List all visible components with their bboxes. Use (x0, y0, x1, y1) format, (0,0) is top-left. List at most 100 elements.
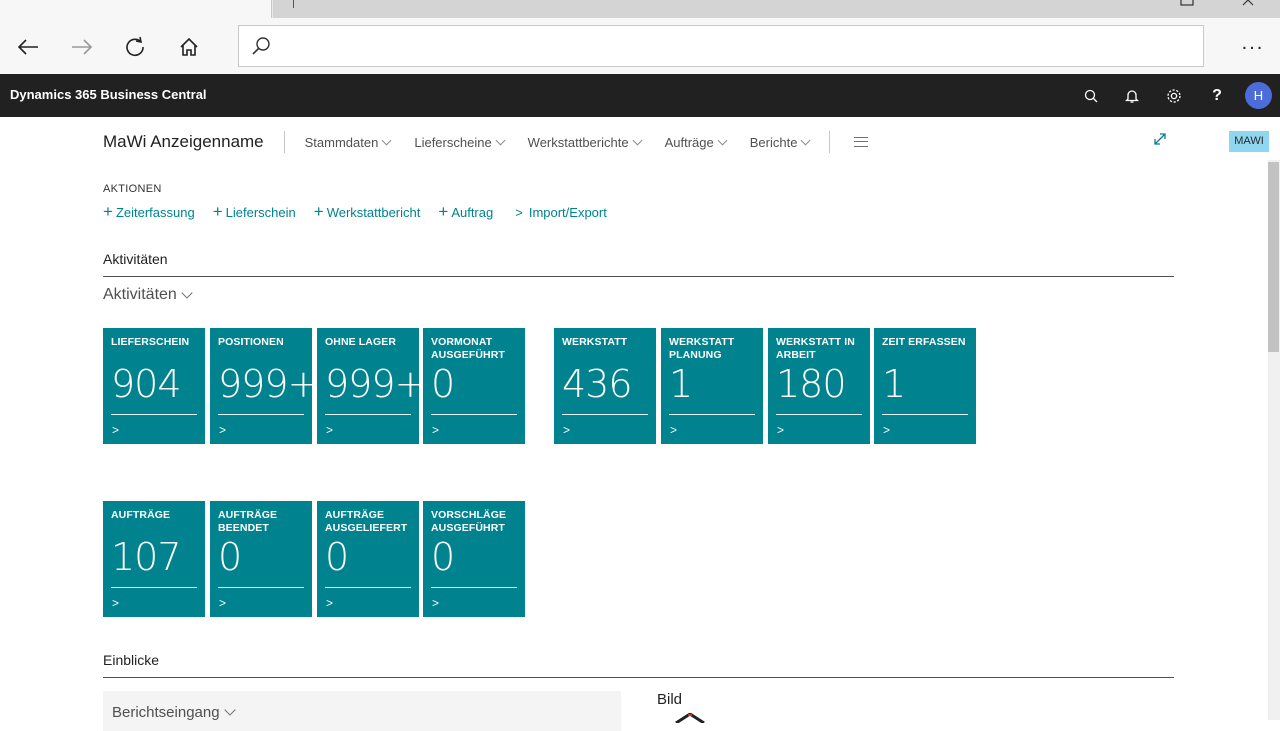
section-divider (103, 276, 1174, 277)
company-badge[interactable]: MAWI (1229, 131, 1269, 152)
help-icon[interactable]: ? (1207, 86, 1227, 106)
tile-divider (218, 587, 304, 588)
company-logo-image (672, 710, 708, 725)
tile-title: AUFTRÄGE BEENDET (218, 509, 278, 534)
tile-divider (882, 414, 968, 415)
tile-auftraege-ausgeliefert[interactable]: AUFTRÄGE AUSGELIEFERT 0 > (317, 501, 419, 617)
app-bar: Dynamics 365 Business Central ? H (0, 74, 1280, 117)
search-icon (251, 36, 271, 61)
browser-toolbar: ... (0, 18, 1280, 74)
action-werkstattbericht[interactable]: + Werkstattbericht (313, 202, 421, 221)
action-label: Werkstattbericht (326, 204, 421, 220)
tile-auftraege[interactable]: AUFTRÄGE 107 > (103, 501, 205, 617)
menu-berichte[interactable]: Berichte (750, 135, 811, 150)
browser-active-tab[interactable] (0, 0, 272, 18)
chevron-right-icon: > (432, 596, 440, 610)
tile-title: AUFTRÄGE (111, 509, 171, 521)
action-lieferschein[interactable]: + Lieferschein (212, 202, 296, 221)
menu-label: Werkstattberichte (527, 134, 629, 150)
tile-werkstatt[interactable]: WERKSTATT 436 > (554, 328, 656, 444)
tile-divider (325, 414, 411, 415)
chevron-right-icon: > (219, 596, 227, 610)
chevron-down-icon (632, 135, 643, 145)
activities-group-title[interactable]: Aktivitäten (103, 286, 193, 304)
chevron-right-icon: > (432, 423, 440, 437)
page-navigation: MaWi Anzeigenname Stammdaten Lieferschei… (103, 130, 869, 154)
user-avatar[interactable]: H (1245, 82, 1272, 109)
action-auftrag[interactable]: + Auftrag (438, 202, 494, 221)
actions-bar: + Zeiterfassung + Lieferschein + Werkstattb… (103, 202, 625, 221)
tile-title: VORMONAT AUSGEFÜHRT (431, 336, 505, 361)
tile-divider (218, 414, 304, 415)
tile-value: 999+ (218, 362, 319, 406)
refresh-icon[interactable] (120, 32, 150, 62)
tile-title: WERKSTATT PLANUNG (669, 336, 735, 361)
activities-heading: Aktivitäten (103, 251, 168, 267)
plus-icon: + (212, 202, 223, 221)
tile-title: WERKSTATT IN ARBEIT (776, 336, 855, 361)
action-import-export[interactable]: > Import/Export (511, 205, 607, 220)
action-label: Lieferschein (225, 204, 296, 220)
tile-divider (431, 587, 517, 588)
tile-divider (111, 587, 197, 588)
tile-werkstatt-in-arbeit[interactable]: WERKSTATT IN ARBEIT 180 > (768, 328, 870, 444)
chevron-right-icon: > (515, 204, 523, 220)
menu-werkstattberichte[interactable]: Werkstattberichte (527, 134, 643, 150)
product-name[interactable]: Dynamics 365 Business Central (10, 87, 207, 102)
tile-auftraege-beendet[interactable]: AUFTRÄGE BEENDET 0 > (210, 501, 312, 617)
chevron-down-icon (181, 286, 193, 299)
tile-divider (111, 414, 197, 415)
forward-icon[interactable] (67, 32, 97, 62)
menu-label: Lieferscheine (414, 134, 492, 150)
chevron-down-icon (223, 704, 236, 716)
nav-divider (829, 131, 831, 153)
plus-icon: + (313, 202, 324, 221)
bell-icon[interactable] (1122, 86, 1142, 106)
tile-title: POSITIONEN (218, 336, 284, 348)
tile-positionen[interactable]: POSITIONEN 999+ > (210, 328, 319, 444)
menu-label: Stammdaten (304, 134, 379, 150)
insights-heading: Einblicke (103, 652, 160, 668)
tile-werkstatt-planung[interactable]: WERKSTATT PLANUNG 1 > (661, 328, 763, 444)
more-options-icon[interactable]: ... (1238, 32, 1268, 62)
browser-tab-area (273, 0, 1280, 18)
tab-separator (293, 0, 294, 8)
tile-lieferschein[interactable]: LIEFERSCHEIN 904 > (103, 328, 205, 444)
report-inbox-part: Berichtseingang (103, 691, 621, 731)
action-zeiterfassung[interactable]: + Zeiterfassung (103, 202, 195, 221)
tile-title: LIEFERSCHEIN (111, 336, 190, 348)
gear-icon[interactable] (1164, 86, 1184, 106)
back-icon[interactable] (13, 32, 43, 62)
action-label: Auftrag (451, 204, 494, 220)
hamburger-menu-icon[interactable] (854, 137, 869, 147)
expand-icon[interactable] (1153, 132, 1167, 150)
tile-zeit-erfassen[interactable]: ZEIT ERFASSEN 1 > (874, 328, 976, 444)
plus-icon: + (103, 202, 113, 221)
tile-title: ZEIT ERFASSEN (882, 336, 966, 348)
plus-icon: + (438, 202, 449, 221)
chevron-right-icon: > (112, 596, 120, 610)
menu-auftraege[interactable]: Aufträge (665, 135, 728, 150)
tile-ohne-lager[interactable]: OHNE LAGER 999+ > (317, 328, 426, 444)
tile-value: 0 (431, 535, 455, 579)
report-inbox-title[interactable]: Berichtseingang (112, 704, 236, 721)
tile-value: 0 (325, 535, 349, 579)
tile-value: 180 (776, 362, 847, 406)
home-icon[interactable] (174, 32, 204, 62)
tile-divider (669, 414, 755, 415)
scrollbar-thumb[interactable] (1268, 162, 1279, 352)
menu-lieferscheine[interactable]: Lieferscheine (414, 134, 506, 150)
tile-vorschlaege-ausgefuehrt[interactable]: VORSCHLÄGE AUSGEFÜHRT 0 > (423, 501, 525, 617)
tile-vormonat-ausgefuehrt[interactable]: VORMONAT AUSGEFÜHRT 0 > (423, 328, 525, 444)
menu-stammdaten[interactable]: Stammdaten (304, 134, 392, 150)
tile-title: WERKSTATT (562, 336, 628, 348)
maximize-icon[interactable] (1180, 0, 1194, 8)
address-bar[interactable] (238, 25, 1204, 67)
chevron-right-icon: > (777, 423, 785, 437)
chevron-right-icon: > (219, 423, 227, 437)
search-icon[interactable] (1081, 86, 1101, 106)
group-label: Aktivitäten (103, 286, 177, 303)
tile-divider (776, 414, 862, 415)
page-title: MaWi Anzeigenname (103, 132, 264, 151)
close-window-icon[interactable] (1242, 0, 1256, 8)
